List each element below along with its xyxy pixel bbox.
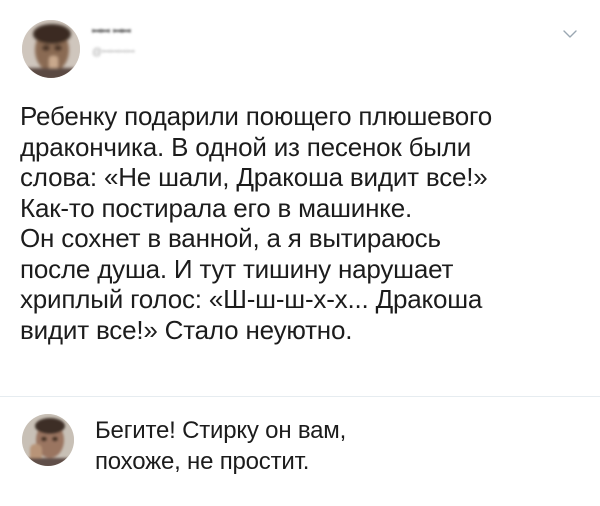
reply-text: Бегите! Стирку он вам, похоже, не прости… (95, 415, 575, 477)
tweet-text-line: Как-то постирала его в машинке. (20, 192, 413, 223)
tweet-text-line: Он сохнет в ванной, а я вытираюсь (20, 223, 441, 253)
avatar-image (22, 414, 74, 466)
divider (0, 396, 600, 397)
tweet-text-line: хриплый голос: «Ш-ш-ш-х-х... Дракоша (20, 284, 483, 314)
chevron-down-icon (563, 30, 577, 38)
avatar-image (22, 20, 80, 78)
tweet-text-line: дракончика. В одной из песенок были (20, 131, 472, 162)
reply-avatar[interactable] (22, 414, 74, 466)
tweet-text-line: видит все!» Стало неуютно. (20, 314, 353, 345)
tweet-text-line: Ребенку подарили поющего плюшевого (20, 101, 492, 131)
reply-text-line: похоже, не простит. (95, 448, 310, 475)
author-name[interactable]: ꟷꟷ ꟷꟷ (92, 25, 131, 39)
tweet-post: ꟷꟷ ꟷꟷ @ꟷꟷꟷꟷ Ребенку подарили поющего плю… (0, 0, 600, 396)
author-handle[interactable]: @ꟷꟷꟷꟷ (92, 46, 135, 60)
tweet-text-line: слова: «Не шали, Дракоша видит все!» (20, 162, 488, 192)
reply-text-line: Бегите! Стирку он вам, (95, 417, 347, 444)
author-avatar[interactable] (22, 20, 80, 78)
tweet-menu-button[interactable] (562, 26, 578, 42)
tweet-text-line: после душа. И тут тишину нарушает (20, 253, 454, 284)
tweet-text: Ребенку подарили поющего плюшевого драко… (20, 101, 580, 345)
